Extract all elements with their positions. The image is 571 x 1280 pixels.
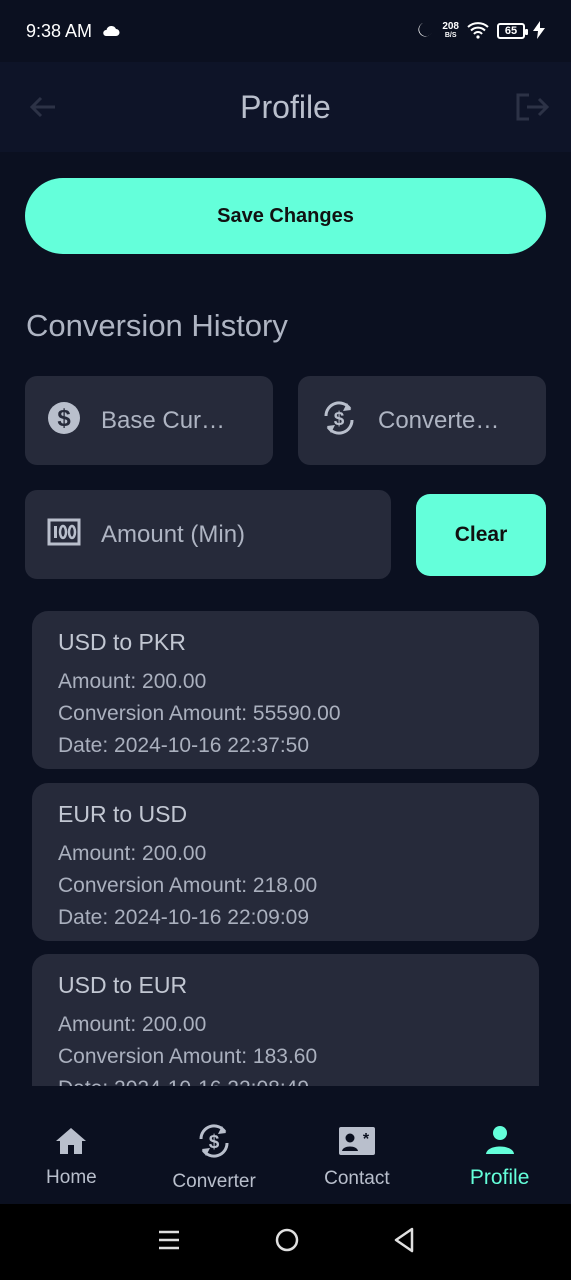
net-speed-value: 208: [442, 21, 459, 32]
nav-contact-label: Contact: [324, 1167, 390, 1189]
logout-icon[interactable]: [515, 92, 550, 127]
charging-icon: [533, 20, 545, 42]
back-triangle-icon[interactable]: [393, 1227, 415, 1258]
nav-profile[interactable]: Profile: [429, 1125, 571, 1190]
page-title: Profile: [240, 88, 331, 125]
converted-currency-placeholder: Converte…: [378, 406, 500, 434]
history-conversion-amount: Conversion Amount: 183.60: [58, 1045, 318, 1068]
nav-home-label: Home: [46, 1166, 97, 1188]
nav-converter-label: Converter: [172, 1170, 256, 1192]
history-conversion-amount: Conversion Amount: 55590.00: [58, 702, 341, 725]
save-changes-button[interactable]: Save Changes: [25, 178, 546, 254]
status-right: 208 B/S 65: [416, 20, 545, 42]
base-currency-placeholder: Base Cur…: [101, 406, 226, 434]
system-nav-bar: [0, 1204, 571, 1280]
status-time: 9:38 AM: [26, 20, 93, 41]
converted-currency-filter[interactable]: $ Converte…: [298, 376, 546, 465]
amount-min-placeholder: Amount (Min): [101, 520, 246, 548]
person-icon: [485, 1125, 515, 1160]
history-date: Date: 2024-10-16 22:08:49: [58, 1073, 513, 1086]
history-date: Date: 2024-10-16 22:37:50: [58, 734, 310, 757]
currency-exchange-icon: $: [195, 1122, 233, 1165]
cloud-icon: [102, 21, 120, 42]
nav-profile-label: Profile: [469, 1165, 530, 1189]
arrow-left-icon[interactable]: [28, 92, 58, 127]
currency-exchange-icon: $: [320, 399, 358, 442]
status-bar: 9:38 AM 208 B/S 65: [0, 0, 571, 62]
amount-min-filter[interactable]: Amount (Min): [25, 490, 391, 579]
svg-text:$: $: [334, 409, 345, 430]
dollar-icon: $: [47, 401, 81, 440]
moon-icon: [416, 21, 434, 42]
history-date: Date: 2024-10-16 22:09:09: [58, 906, 310, 929]
money-bill-icon: [47, 518, 81, 551]
nav-converter[interactable]: $ Converter: [143, 1122, 285, 1193]
network-speed: 208 B/S: [442, 22, 459, 40]
history-list[interactable]: USD to PKR Amount: 200.00 Conversion Amo…: [0, 600, 571, 1086]
history-pair: USD to EUR: [58, 972, 188, 998]
history-amount: Amount: 200.00: [58, 842, 207, 865]
wifi-icon: [467, 21, 489, 42]
clear-button[interactable]: Clear: [416, 494, 546, 576]
history-pair: USD to PKR: [58, 629, 186, 655]
history-card[interactable]: EUR to USD Amount: 200.00 Conversion Amo…: [32, 783, 539, 941]
menu-icon[interactable]: [157, 1228, 181, 1257]
history-amount: Amount: 200.00: [58, 1013, 207, 1036]
base-currency-filter[interactable]: $ Base Cur…: [25, 376, 273, 465]
status-left: 9:38 AM: [26, 21, 120, 42]
net-speed-unit: B/S: [444, 32, 457, 39]
nav-contact[interactable]: * Contact: [286, 1125, 428, 1190]
home-circle-icon[interactable]: [274, 1227, 300, 1258]
history-card[interactable]: USD to EUR Amount: 200.00 Conversion Amo…: [32, 954, 539, 1086]
history-amount: Amount: 200.00: [58, 670, 207, 693]
svg-text:$: $: [57, 405, 71, 432]
home-icon: [54, 1126, 88, 1161]
contact-card-icon: *: [338, 1125, 376, 1162]
svg-text:*: *: [363, 1131, 370, 1148]
bottom-nav: Home $ Converter * Contact Profile: [0, 1110, 571, 1204]
svg-text:$: $: [209, 1132, 220, 1153]
history-card[interactable]: USD to PKR Amount: 200.00 Conversion Amo…: [32, 611, 539, 769]
battery-indicator: 65: [497, 23, 528, 39]
history-conversion-amount: Conversion Amount: 218.00: [58, 874, 318, 897]
history-pair: EUR to USD: [58, 801, 188, 827]
nav-home[interactable]: Home: [0, 1126, 142, 1189]
app-bar: Profile: [0, 62, 571, 152]
conversion-history-title: Conversion History: [26, 308, 288, 343]
